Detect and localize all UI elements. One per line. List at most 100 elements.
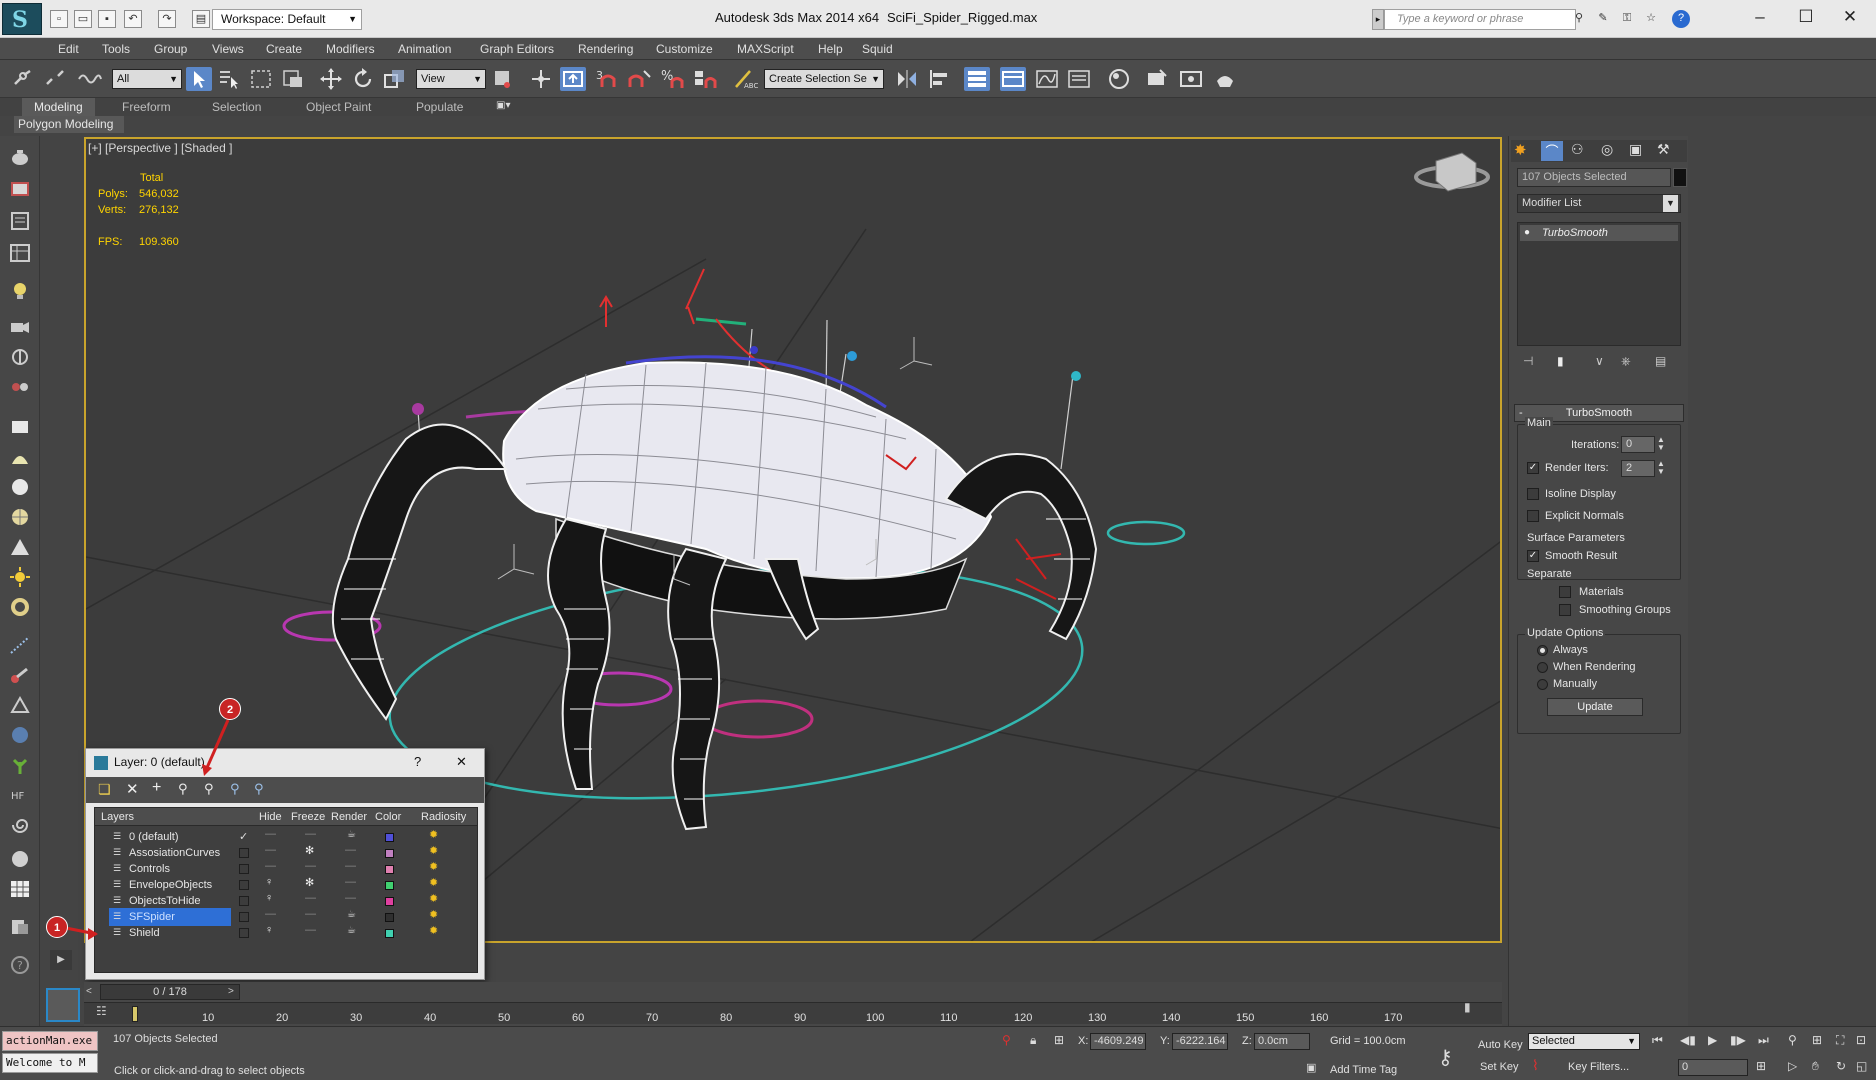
- layer-explorer-icon[interactable]: [1000, 67, 1026, 91]
- highlight-selected-icon[interactable]: ⚲: [204, 781, 214, 797]
- menu-squid[interactable]: Squid: [862, 42, 893, 56]
- time-slider[interactable]: 0 / 178: [100, 984, 240, 1000]
- orbit-icon[interactable]: ↻: [1836, 1059, 1846, 1073]
- column-radiosity[interactable]: Radiosity: [421, 811, 466, 823]
- workspace-select[interactable]: Workspace: Default ▼: [212, 9, 362, 30]
- subscription-icon[interactable]: ⚿: [1618, 10, 1636, 28]
- project-folder-icon[interactable]: ▤: [192, 10, 210, 28]
- zoom-icon[interactable]: ⚲: [1788, 1033, 1797, 1047]
- column-layers[interactable]: Layers: [101, 811, 134, 823]
- menu-maxscript[interactable]: MAXScript: [737, 42, 794, 56]
- freeze-all-layers-icon[interactable]: ⚲: [254, 781, 264, 797]
- current-layer-checkbox[interactable]: [239, 896, 249, 906]
- set-key-mode-icon[interactable]: ⚷: [1438, 1045, 1453, 1070]
- lock-selection-icon[interactable]: 🔒︎: [1030, 1033, 1036, 1048]
- table-panel-icon[interactable]: [8, 242, 32, 264]
- menu-animation[interactable]: Animation: [398, 42, 451, 56]
- isolate-selection-icon[interactable]: ⚲: [1002, 1033, 1011, 1047]
- open-file-icon[interactable]: ▭: [74, 10, 92, 28]
- geosphere-primitive-icon[interactable]: [8, 506, 32, 528]
- slider-left-arrow[interactable]: <: [86, 986, 92, 997]
- freeze-toggle[interactable]: —: [305, 892, 316, 904]
- iterations-spinner[interactable]: 0: [1621, 436, 1655, 453]
- key-filters-button[interactable]: Key Filters...: [1568, 1061, 1629, 1073]
- layer-color-swatch[interactable]: [385, 865, 394, 874]
- current-layer-checkbox[interactable]: [239, 848, 249, 858]
- freeze-toggle[interactable]: —: [305, 860, 316, 872]
- communication-center-icon[interactable]: ✎: [1594, 10, 1612, 28]
- timeline[interactable]: [84, 982, 1502, 1026]
- tab-object-paint[interactable]: Object Paint: [294, 98, 383, 116]
- render-setup-icon[interactable]: [1144, 67, 1170, 91]
- freeze-toggle[interactable]: —: [305, 828, 316, 840]
- radiosity-icon[interactable]: ✹: [429, 844, 438, 857]
- hide-bulb-icon[interactable]: ♀: [265, 876, 273, 888]
- time-cursor[interactable]: [132, 1006, 138, 1022]
- render-toggle[interactable]: —: [345, 844, 356, 856]
- freeze-snowflake-icon[interactable]: ✻: [305, 844, 314, 857]
- render-toggle[interactable]: —: [345, 860, 356, 872]
- display-tab-icon[interactable]: ▣: [1629, 141, 1642, 158]
- hide-toggle[interactable]: —: [265, 860, 276, 872]
- time-tag-icon[interactable]: ▣: [1306, 1061, 1316, 1074]
- close-window-button[interactable]: ✕: [1830, 6, 1870, 30]
- next-frame-icon[interactable]: ▮▶: [1730, 1033, 1746, 1047]
- menu-views[interactable]: Views: [212, 42, 244, 56]
- rotate-icon[interactable]: [350, 67, 376, 91]
- viewport-label[interactable]: [+] [Perspective ] [Shaded ]: [88, 141, 232, 155]
- sphere-primitive-icon[interactable]: [8, 476, 32, 498]
- window-crossing-icon[interactable]: [280, 67, 306, 91]
- y-coordinate-field[interactable]: -6222.164: [1172, 1033, 1228, 1050]
- save-file-icon[interactable]: ▪: [98, 10, 116, 28]
- align-icon[interactable]: [926, 67, 952, 91]
- selection-filter-select[interactable]: All ▼: [112, 69, 182, 89]
- render-toggle[interactable]: —: [345, 876, 356, 888]
- angle-snap-icon[interactable]: [626, 67, 652, 91]
- absolute-mode-icon[interactable]: ⊞: [1054, 1033, 1064, 1047]
- lightbulb-icon[interactable]: ●: [1524, 225, 1530, 241]
- grid-tool-icon[interactable]: [8, 878, 32, 900]
- select-layer-objects-icon[interactable]: ⚲: [178, 781, 188, 797]
- iterations-spinner-arrows[interactable]: ▲ ▼: [1657, 436, 1665, 452]
- teapot-icon[interactable]: [8, 146, 32, 168]
- modify-tab-icon[interactable]: ⌒: [1541, 141, 1563, 161]
- x-coordinate-field[interactable]: -4609.249: [1090, 1033, 1146, 1050]
- percent-snap-icon[interactable]: %: [660, 67, 686, 91]
- layer-color-swatch[interactable]: [385, 913, 394, 922]
- particle-system-icon[interactable]: [8, 634, 32, 656]
- select-object-icon[interactable]: [186, 67, 212, 91]
- layer-color-swatch[interactable]: [385, 897, 394, 906]
- current-layer-checkbox[interactable]: [239, 912, 249, 922]
- layer-row[interactable]: Shield ☰ ♀ — ☕ ✹: [95, 924, 479, 943]
- image-viewer-icon[interactable]: [8, 178, 32, 200]
- radiosity-icon[interactable]: ✹: [429, 924, 438, 937]
- update-always-radio[interactable]: [1537, 645, 1548, 656]
- update-button[interactable]: Update: [1547, 698, 1643, 716]
- zoom-extents-all-icon[interactable]: ⊡: [1856, 1033, 1866, 1047]
- helper-icon[interactable]: [8, 346, 32, 368]
- column-render[interactable]: Render: [331, 811, 367, 823]
- freeze-toggle[interactable]: —: [305, 908, 316, 920]
- tab-selection[interactable]: Selection: [200, 98, 273, 116]
- auto-key-button[interactable]: Auto Key: [1478, 1039, 1523, 1051]
- search-expand-icon[interactable]: ▸: [1372, 9, 1384, 30]
- render-iters-spinner[interactable]: 2: [1621, 460, 1655, 477]
- maxscript-listener-input[interactable]: actionMan.exe: [2, 1031, 98, 1051]
- render-teapot-icon[interactable]: ☕: [347, 909, 356, 920]
- render-sphere-icon[interactable]: [8, 848, 32, 870]
- create-tab-icon[interactable]: ✸: [1514, 141, 1527, 159]
- expand-panel-icon[interactable]: ▶: [50, 950, 72, 970]
- column-hide[interactable]: Hide: [259, 811, 282, 823]
- time-configuration-icon[interactable]: ⊞: [1756, 1059, 1766, 1073]
- hide-bulb-icon[interactable]: ♀: [265, 924, 273, 936]
- maximize-viewport-icon[interactable]: ◱: [1856, 1059, 1867, 1073]
- menu-help[interactable]: Help: [818, 42, 843, 56]
- rectangular-selection-icon[interactable]: [248, 67, 274, 91]
- menu-modifiers[interactable]: Modifiers: [326, 42, 375, 56]
- configure-sets-icon[interactable]: ▤: [1655, 354, 1666, 368]
- layer-color-swatch[interactable]: [385, 833, 394, 842]
- smooth-result-checkbox[interactable]: ✓: [1527, 550, 1539, 562]
- new-file-icon[interactable]: ▫: [50, 10, 68, 28]
- freeze-snowflake-icon[interactable]: ✻: [305, 876, 314, 889]
- radiosity-icon[interactable]: ✹: [429, 876, 438, 889]
